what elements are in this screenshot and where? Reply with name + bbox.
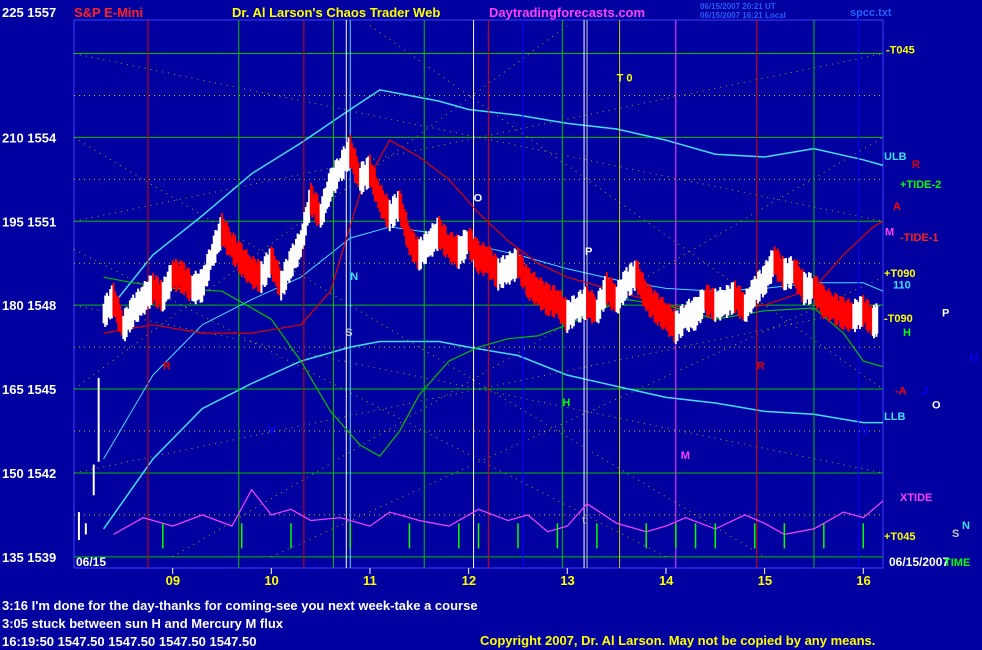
right-margin-label: O <box>932 400 941 412</box>
chart-annotation: N <box>350 271 358 283</box>
date-right: 06/15/2007 <box>889 555 949 569</box>
price-chart: T 0OPNSR RHV VMt-T045ULBR+TIDE-2AM -TIDE-1+… <box>2 2 978 588</box>
right-margin-label: P <box>942 307 949 319</box>
right-margin-label: -T090 <box>884 313 913 325</box>
message-line-2: 3:05 stuck between sun H and Mercury M f… <box>2 616 284 631</box>
x-tick-label: 12 <box>462 573 476 588</box>
chart-annotation: R <box>757 360 765 372</box>
site-link[interactable]: Daytradingforecasts.com <box>489 5 645 20</box>
timestamp-local: 06/15/2007 16:21 Local <box>700 11 786 20</box>
chart-window: T 0 O P N S R R H V V Mt -T045 ULB R +TIDE-2 A M -TIDE-1 +… <box>0 0 982 650</box>
green-average-line <box>103 276 884 457</box>
right-margin-label: S <box>952 528 959 540</box>
right-margin-label: U <box>970 352 978 364</box>
llb-line <box>102 340 883 530</box>
right-margin-label: -T045 <box>886 45 915 57</box>
chart-annotation: H <box>562 397 570 409</box>
chart-annotation: V <box>861 425 869 437</box>
timestamp-ut: 06/15/2007 20:21 UT <box>700 2 776 11</box>
right-margin-label: J <box>922 386 928 398</box>
chart-annotation: S <box>345 327 352 339</box>
xtide-line <box>113 488 884 536</box>
right-margin-label: LLB <box>884 411 905 423</box>
chart-annotation: P <box>585 246 592 258</box>
x-tick-label: 10 <box>264 573 278 588</box>
chart-annotation: R <box>163 360 171 372</box>
copyright-notice: Copyright 2007, Dr. Al Larson. May not b… <box>480 633 876 648</box>
right-margin-label: ULB <box>884 151 907 163</box>
right-margin-label: +TIDE-2 <box>900 179 941 191</box>
y-tick-label: 165 1545 <box>2 382 56 397</box>
x-tick-label: 15 <box>758 573 772 588</box>
x-tick-label: 16 <box>856 573 870 588</box>
right-margin-label: H <box>903 327 911 339</box>
y-label-top-header: 225 1557 <box>2 5 56 20</box>
message-line-1: 3:16 I'm done for the day-thanks for com… <box>2 598 478 613</box>
page-title: Dr. Al Larson's Chaos Trader Web <box>232 5 440 20</box>
right-margin-label: -TIDE-1 <box>900 232 939 244</box>
time-axis-label: TIME <box>944 557 970 569</box>
y-tick-label: 210 1554 <box>2 130 57 145</box>
data-file-name: spcc.txt <box>850 7 892 19</box>
chart-annotation: O <box>474 193 483 205</box>
y-tick-label: 135 1539 <box>2 550 56 565</box>
right-margin-label: XTIDE <box>900 492 932 504</box>
date-left: 06/15 <box>76 555 106 569</box>
last-quote: 16:19:50 1547.50 1547.50 1547.50 1547.50 <box>2 634 257 649</box>
right-margin-label: M <box>885 226 894 238</box>
instrument-name: S&P E-Mini <box>74 5 143 20</box>
right-margin-label: +T045 <box>884 531 916 543</box>
right-margin-label: -A <box>895 386 907 398</box>
x-tick-label: 11 <box>363 573 377 588</box>
x-tick-label: 09 <box>166 573 180 588</box>
right-margin-label: A <box>893 201 901 213</box>
chart-annotation: t <box>582 514 586 526</box>
y-tick-label: 150 1542 <box>2 466 56 481</box>
right-margin-label: N <box>962 520 970 532</box>
chart-annotation: V <box>268 425 276 437</box>
y-tick-label: 180 1548 <box>2 298 56 313</box>
right-margin-label: 110 <box>893 279 911 291</box>
y-tick-label: 195 1551 <box>2 214 56 229</box>
x-tick-label: 13 <box>560 573 574 588</box>
right-margin-label: R <box>912 159 920 171</box>
chart-annotation: M <box>681 450 690 462</box>
x-tick-label: 14 <box>659 573 674 588</box>
chart-annotation: T 0 <box>617 73 633 85</box>
